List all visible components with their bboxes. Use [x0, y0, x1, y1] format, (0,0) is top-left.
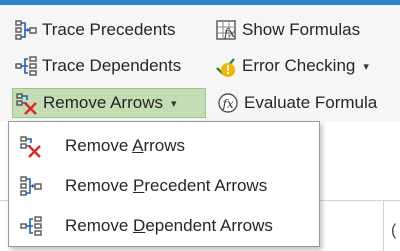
chevron-down-icon[interactable]: ▾ — [363, 60, 369, 73]
trace-precedents-button[interactable]: Trace Precedents — [14, 15, 176, 45]
evaluate-formula-icon: fx — [216, 91, 240, 115]
remove-arrows-button[interactable]: Remove Arrows ▾ — [12, 88, 206, 118]
svg-text:fx: fx — [222, 97, 234, 111]
error-checking-button[interactable]: Error Checking ▾ — [214, 51, 369, 81]
remove-arrows-label: Remove Arrows — [43, 93, 163, 112]
trace-dependents-icon — [14, 54, 38, 78]
evaluate-formula-button[interactable]: fx Evaluate Formula — [216, 88, 377, 118]
chevron-down-icon[interactable]: ▾ — [171, 97, 177, 110]
trace-precedents-label: Trace Precedents — [42, 20, 176, 39]
show-formulas-label: Show Formulas — [242, 20, 361, 39]
trace-dependents-button[interactable]: Trace Dependents — [14, 51, 181, 81]
menu-item-label: Remove Arrows — [65, 136, 185, 155]
remove-arrows-icon — [19, 134, 43, 158]
menu-item-remove-arrows[interactable]: Remove Arrows — [9, 128, 319, 164]
error-checking-icon — [214, 54, 238, 78]
menu-item-label: Remove Precedent Arrows — [65, 176, 268, 195]
menu-item-remove-precedent-arrows[interactable]: Remove Precedent Arrows — [9, 168, 319, 204]
evaluate-formula-label: Evaluate Formula — [244, 93, 378, 112]
svg-text:fx: fx — [223, 26, 235, 40]
trace-precedents-icon — [19, 174, 43, 198]
show-formulas-button[interactable]: fx Show Formulas — [214, 15, 360, 45]
remove-arrows-icon — [15, 91, 39, 115]
show-formulas-icon: fx — [214, 18, 238, 42]
remove-arrows-dropdown-menu: Remove Arrows Remove Precedent Arrows Re… — [8, 121, 320, 247]
grid-line — [383, 200, 384, 251]
trace-dependents-label: Trace Dependents — [42, 56, 182, 75]
menu-item-label: Remove Dependent Arrows — [65, 216, 273, 235]
error-checking-label: Error Checking — [242, 56, 356, 75]
trace-dependents-icon — [19, 214, 43, 238]
trace-precedents-icon — [14, 18, 38, 42]
partial-cell-text: ( — [391, 222, 397, 239]
formula-auditing-group: Trace Precedents Trace Dependents Remove… — [0, 5, 400, 122]
menu-item-remove-dependent-arrows[interactable]: Remove Dependent Arrows — [9, 208, 319, 244]
